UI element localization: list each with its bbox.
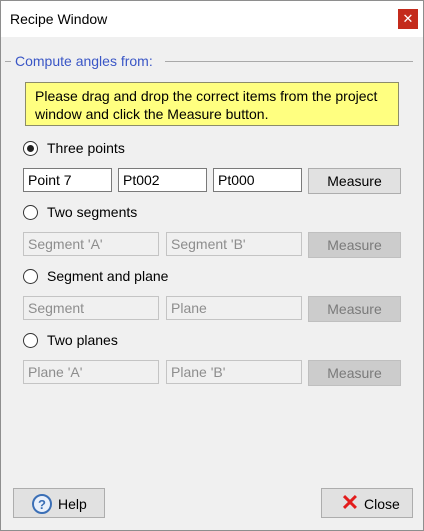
group-divider-left <box>5 61 11 62</box>
point-field-1[interactable] <box>23 168 112 192</box>
title-bar: Recipe Window ✕ <box>1 1 423 37</box>
close-icon: ✕ <box>340 490 360 515</box>
group-title: Compute angles from: <box>15 53 153 69</box>
recipe-window: Recipe Window ✕ Compute angles from: Ple… <box>0 0 424 531</box>
segment-a-field <box>23 232 159 256</box>
help-button[interactable]: ? Help <box>13 488 105 518</box>
help-label: Help <box>58 496 87 512</box>
plane-field <box>166 296 302 320</box>
close-label: Close <box>364 496 400 512</box>
measure-button-two-segments: Measure <box>308 232 401 258</box>
option-label: Segment and plane <box>47 268 169 284</box>
radio-two-planes[interactable] <box>23 333 38 348</box>
plane-b-field <box>166 360 302 384</box>
segment-field <box>23 296 159 320</box>
measure-button-two-planes: Measure <box>308 360 401 386</box>
group-divider <box>165 61 413 62</box>
radio-segment-and-plane[interactable] <box>23 269 38 284</box>
option-label: Two segments <box>47 204 138 220</box>
close-button[interactable]: ✕ Close <box>321 488 413 518</box>
point-field-2[interactable] <box>118 168 207 192</box>
segment-b-field <box>166 232 302 256</box>
radio-three-points[interactable] <box>23 141 38 156</box>
instruction-note: Please drag and drop the correct items f… <box>25 82 399 126</box>
plane-a-field <box>23 360 159 384</box>
measure-button-segment-and-plane: Measure <box>308 296 401 322</box>
option-label: Two planes <box>47 332 118 348</box>
point-field-3[interactable] <box>213 168 302 192</box>
window-close-button[interactable]: ✕ <box>398 9 418 29</box>
help-icon: ? <box>32 494 52 514</box>
option-label: Three points <box>47 140 125 156</box>
measure-button-three-points[interactable]: Measure <box>308 168 401 194</box>
radio-two-segments[interactable] <box>23 205 38 220</box>
close-icon: ✕ <box>402 11 414 26</box>
window-title: Recipe Window <box>10 11 108 27</box>
